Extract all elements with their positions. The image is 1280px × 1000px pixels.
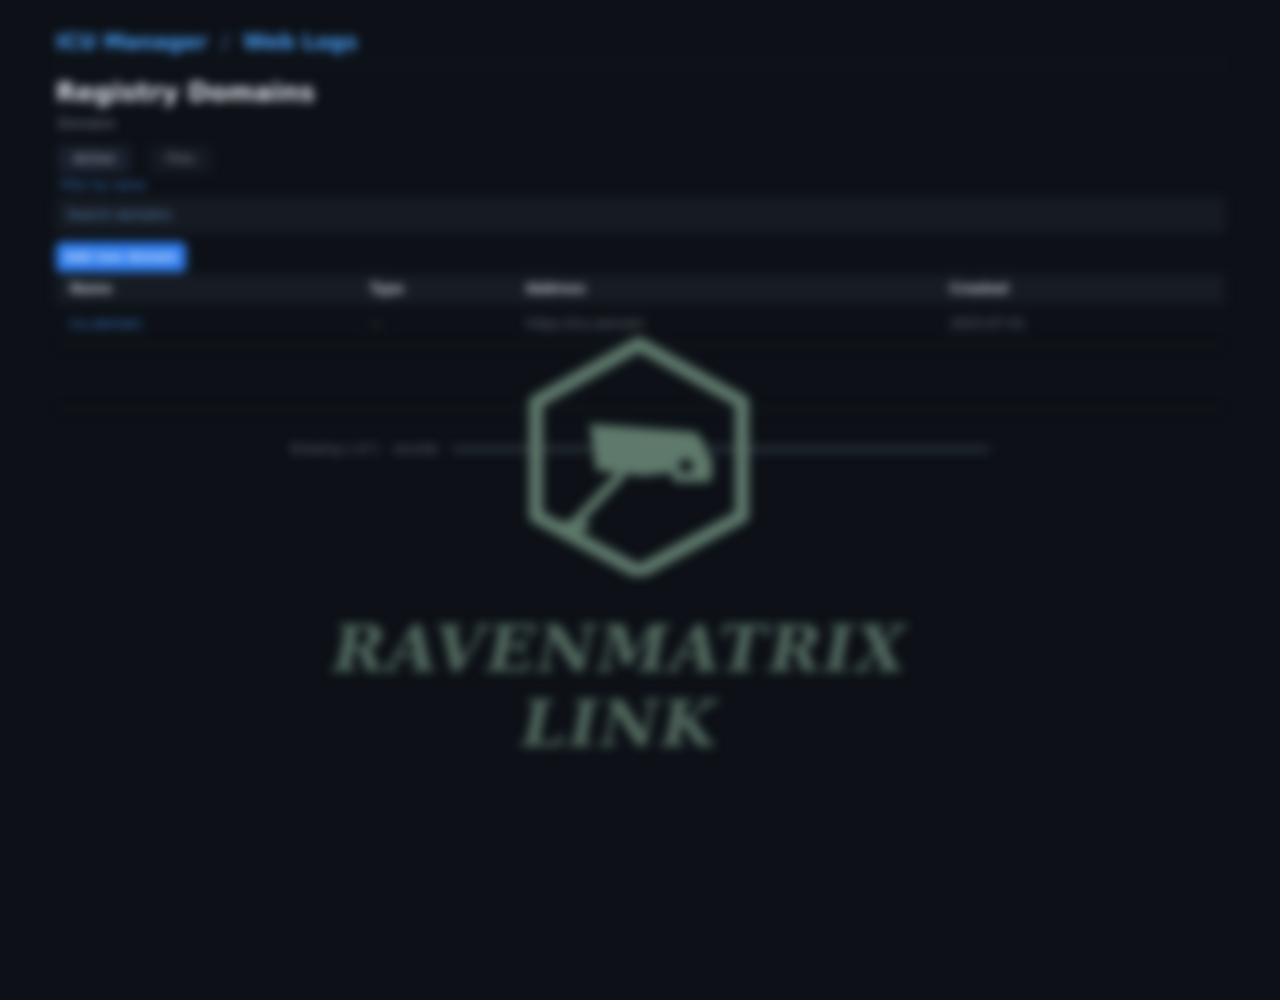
filter-label: Filter by name: [60, 178, 147, 192]
search-input[interactable]: [56, 198, 1224, 232]
tab-active[interactable]: Active: [58, 146, 131, 173]
watermark-text: RAVENMATRIX LINK: [332, 612, 908, 762]
pagination-label: Showing 1 of 1: [290, 442, 380, 456]
domain-name-link[interactable]: icu.domain: [56, 317, 356, 332]
page-subtitle: Domains: [58, 117, 116, 132]
column-header-type[interactable]: Type: [356, 282, 512, 297]
tab-files[interactable]: Files: [150, 146, 211, 173]
breadcrumb-item-current[interactable]: Web Logs: [243, 30, 357, 54]
breadcrumb: ICU Manager / Web Logs: [56, 28, 1224, 56]
domain-address: https://icu.domain: [526, 316, 645, 332]
domain-type: —: [370, 316, 383, 332]
page: ICU Manager / Web Logs Registry Domains …: [0, 0, 1280, 1000]
breadcrumb-separator: /: [221, 30, 230, 54]
domains-table: Name Type Address Created icu.domain — h…: [56, 274, 1224, 345]
domain-created: 2023-07-01: [950, 316, 1026, 332]
table-header: Name Type Address Created: [56, 274, 1224, 304]
column-header-name[interactable]: Name: [56, 282, 356, 297]
add-domain-button[interactable]: Add new domain: [56, 242, 186, 272]
column-header-created[interactable]: Created: [936, 282, 1224, 297]
page-title: Registry Domains: [56, 78, 315, 108]
breadcrumb-item-home[interactable]: ICU Manager: [56, 30, 207, 54]
tab-bar: Active Files: [58, 146, 211, 173]
pagination-sub: records: [393, 442, 438, 456]
column-header-address[interactable]: Address: [512, 282, 936, 297]
camera-icon: [529, 337, 749, 576]
header-divider: [56, 64, 1224, 65]
